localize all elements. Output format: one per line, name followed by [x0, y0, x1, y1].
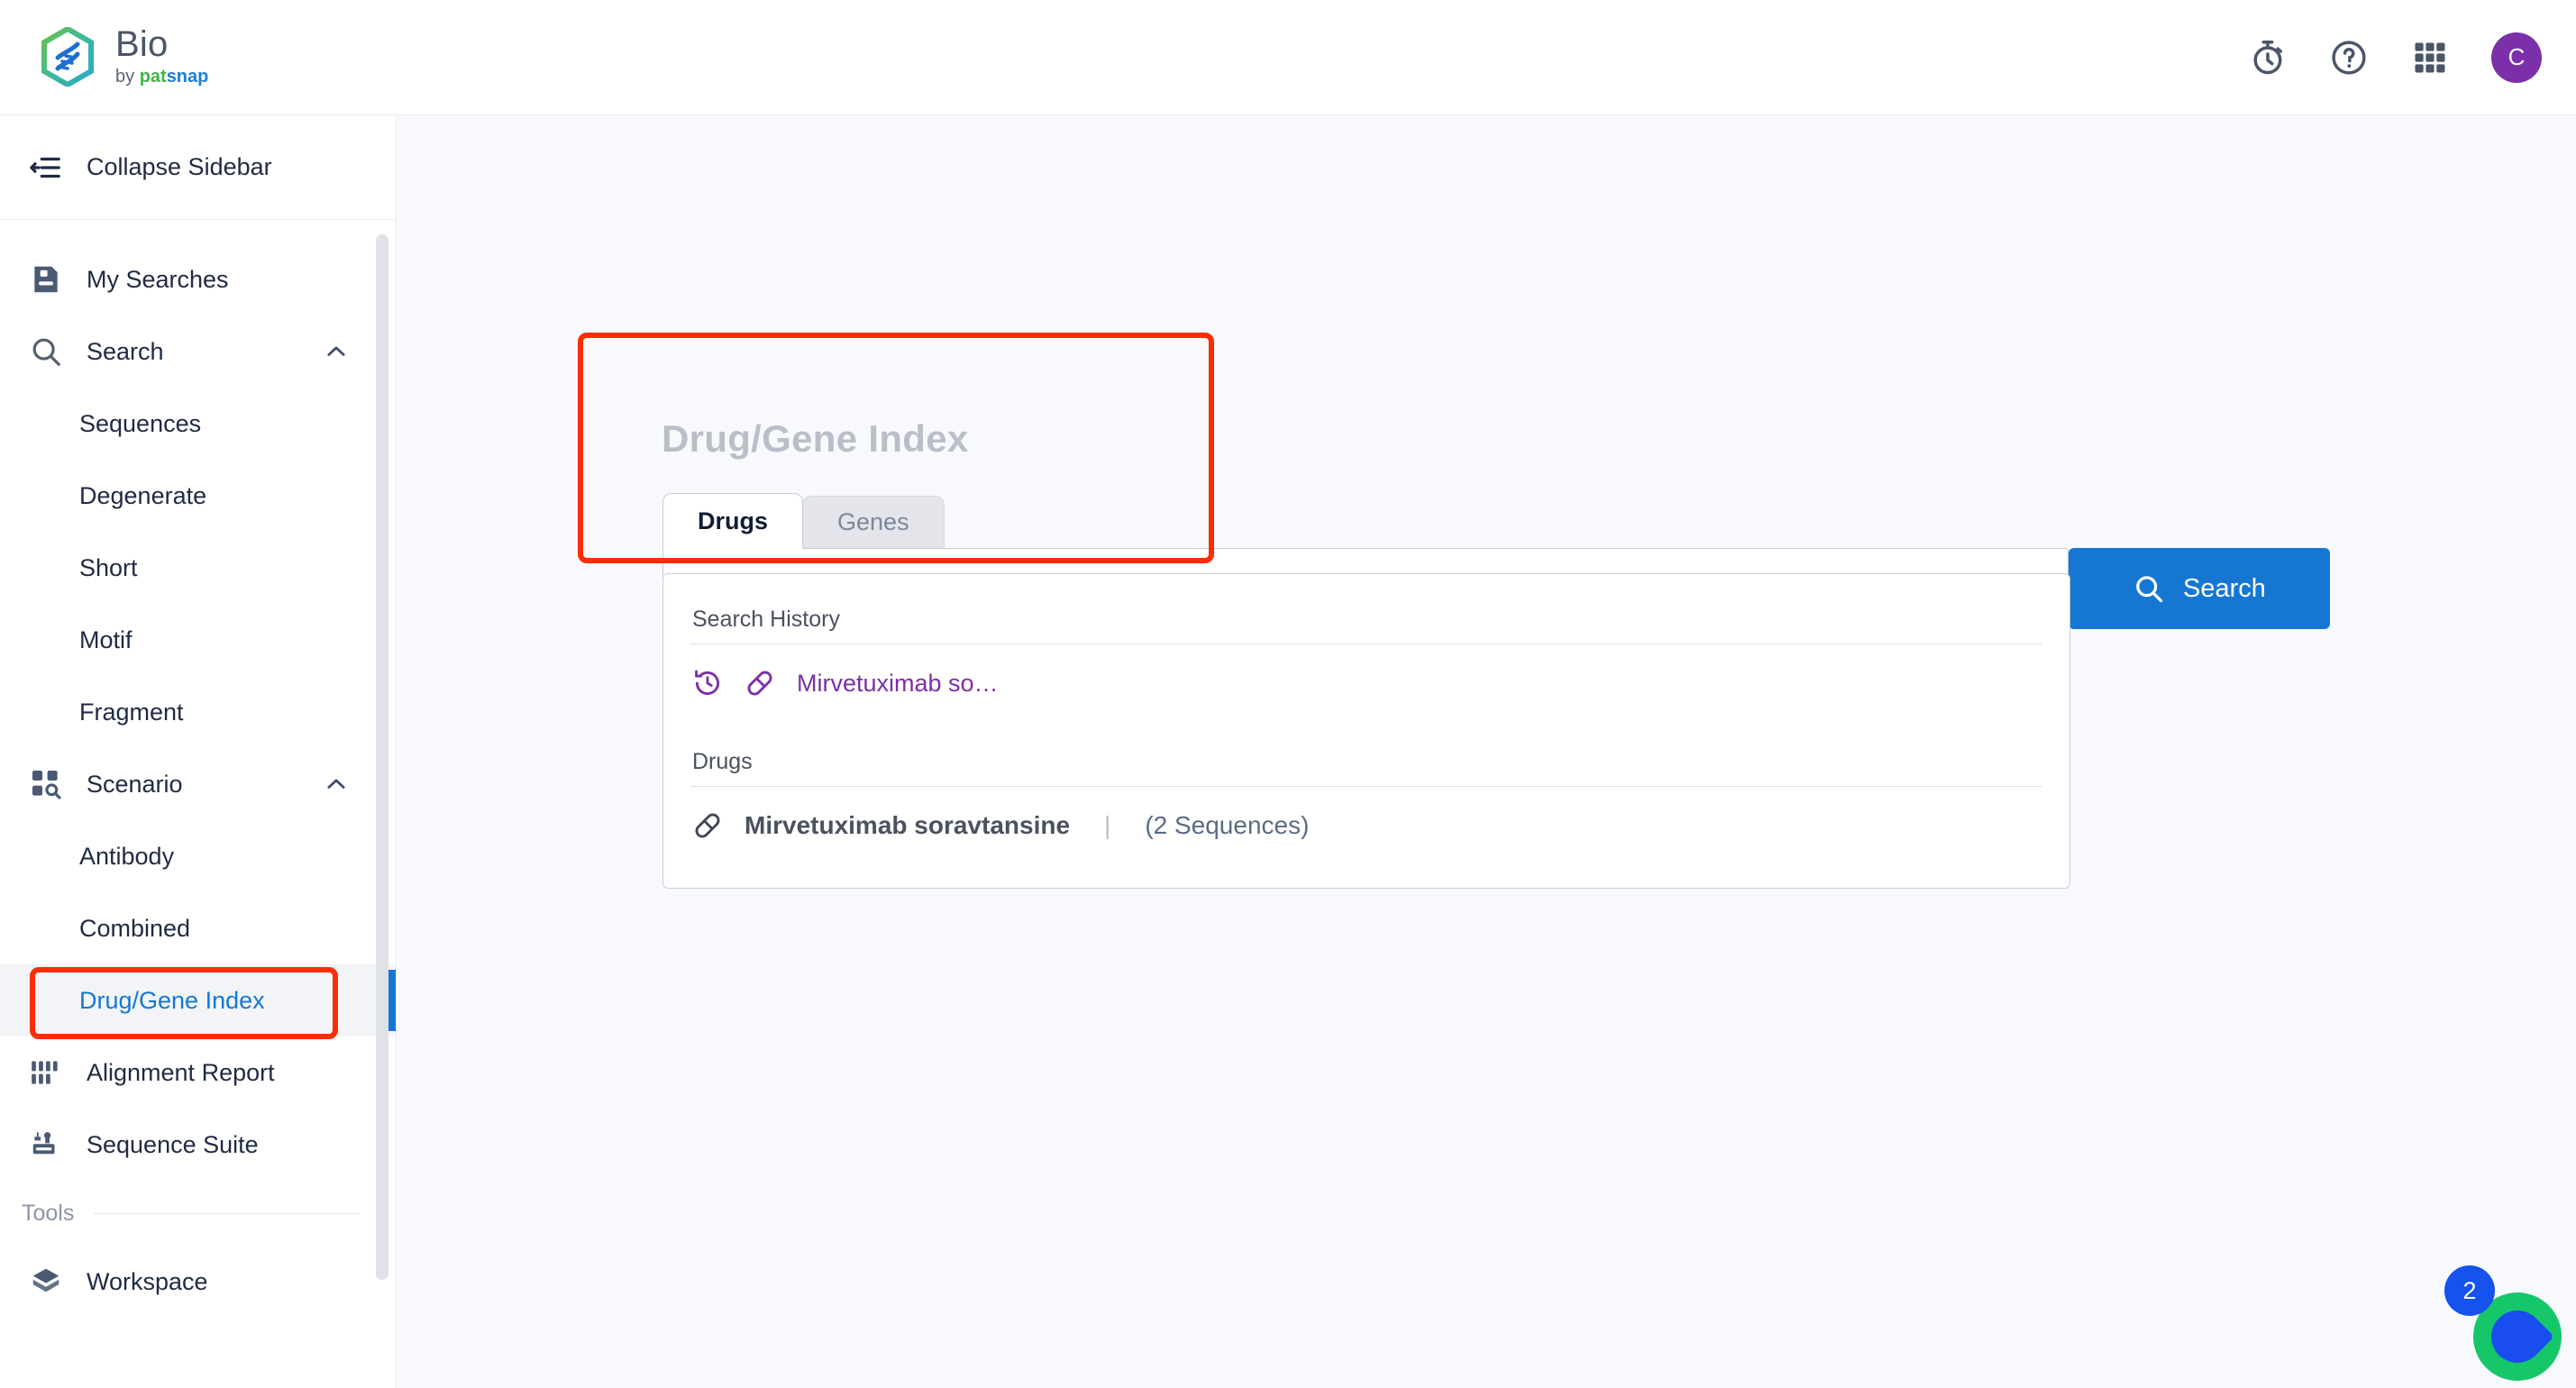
- pill-capsule-icon: [747, 671, 772, 696]
- search-type-tabs: Drugs Genes: [662, 487, 2330, 549]
- saved-searches-icon: [34, 266, 58, 293]
- brand-title: Bio: [115, 23, 169, 64]
- bio-hexagon-logo-icon: [41, 27, 94, 87]
- app-header: Bio by patsnap C: [0, 0, 2576, 115]
- stopwatch-icon[interactable]: [2248, 38, 2288, 78]
- drugs-group-label: Drugs: [692, 749, 753, 774]
- sidebar-item-label: Workspace: [87, 1267, 208, 1295]
- search-button-label: Search: [2183, 573, 2266, 603]
- notification-badge[interactable]: 2: [2444, 1265, 2495, 1316]
- sidebar: Collapse Sidebar My Searches Search Sequ…: [0, 115, 397, 1388]
- sidebar-item-label: Antibody: [79, 842, 175, 870]
- search-history-label: Search History: [692, 607, 840, 632]
- sequence-count: (2 Sequences): [1145, 811, 1310, 839]
- sidebar-item-drug-gene-index[interactable]: Drug/Gene Index: [0, 964, 396, 1036]
- sidebar-item-sequences[interactable]: Sequences: [0, 388, 396, 460]
- brand-pat: pat: [139, 67, 167, 87]
- collapse-sidebar-icon: [30, 157, 60, 178]
- chevron-up-icon: [327, 346, 345, 356]
- sidebar-group-scenario[interactable]: Scenario: [0, 748, 396, 820]
- sidebar-item-label: Alignment Report: [87, 1058, 275, 1086]
- tab-label: Drugs: [698, 507, 769, 534]
- collapse-sidebar-button[interactable]: Collapse Sidebar: [0, 115, 396, 220]
- drug-suggestion-row[interactable]: Mirvetuximab soravtansine | (2 Sequences…: [663, 787, 2069, 864]
- sidebar-item-alignment-report[interactable]: Alignment Report: [0, 1036, 396, 1109]
- collapse-sidebar-label: Collapse Sidebar: [87, 153, 272, 180]
- badge-count: 2: [2462, 1276, 2477, 1304]
- header-actions: C: [2248, 32, 2542, 83]
- sidebar-item-sequence-suite[interactable]: Sequence Suite: [0, 1109, 396, 1181]
- chat-bubble-icon: [2480, 1299, 2555, 1374]
- sidebar-item-my-searches[interactable]: My Searches: [0, 243, 396, 315]
- main-content: Drug/Gene Index Drugs Genes mirvetuximab…: [397, 115, 2576, 1388]
- drug-name: Mirvetuximab soravtansine: [744, 811, 1071, 839]
- sidebar-section-tools: Tools: [0, 1181, 396, 1246]
- support-widget: 2: [2444, 1264, 2562, 1381]
- sidebar-item-label: Drug/Gene Index: [79, 986, 265, 1014]
- sidebar-item-label: My Searches: [87, 265, 229, 293]
- tab-label: Genes: [837, 508, 909, 535]
- sidebar-item-label: Sequences: [79, 409, 202, 437]
- workspace-cube-icon: [32, 1268, 59, 1292]
- sidebar-group-label: Search: [87, 337, 164, 365]
- sidebar-item-antibody[interactable]: Antibody: [0, 820, 396, 892]
- search-button[interactable]: Search: [2069, 548, 2330, 629]
- search-icon: [32, 338, 60, 366]
- tab-drugs[interactable]: Drugs: [662, 493, 804, 549]
- sidebar-item-label: Fragment: [79, 698, 184, 726]
- search-icon: [2136, 576, 2163, 603]
- section-divider: [94, 1212, 360, 1214]
- sidebar-item-label: Sequence Suite: [87, 1130, 259, 1158]
- group-gap: [663, 722, 2069, 749]
- sidebar-item-combined[interactable]: Combined: [0, 892, 396, 964]
- apps-grid-icon[interactable]: [2410, 38, 2450, 78]
- user-avatar[interactable]: C: [2491, 32, 2542, 83]
- chevron-up-icon: [327, 779, 345, 789]
- pill-capsule-icon: [695, 813, 720, 838]
- brand-snap: snap: [166, 67, 209, 87]
- search-history-item[interactable]: Mirvetuximab so…: [663, 644, 2069, 722]
- brand-by: by: [115, 67, 140, 87]
- separator: |: [1104, 811, 1111, 839]
- sidebar-group-label: Scenario: [87, 770, 183, 798]
- sidebar-item-label: Degenerate: [79, 481, 207, 509]
- sidebar-item-short[interactable]: Short: [0, 532, 396, 604]
- search-history-text: Mirvetuximab so…: [797, 669, 999, 697]
- avatar-initial: C: [2507, 43, 2526, 70]
- sidebar-item-label: Combined: [79, 914, 191, 942]
- sidebar-item-fragment[interactable]: Fragment: [0, 676, 396, 748]
- brand-subtitle: by patsnap: [115, 65, 208, 88]
- sidebar-item-degenerate[interactable]: Degenerate: [0, 460, 396, 532]
- scenario-grid-search-icon: [32, 770, 61, 799]
- sidebar-item-label: Motif: [79, 626, 132, 653]
- page-title: Drug/Gene Index: [662, 417, 969, 460]
- sidebar-group-search[interactable]: Search: [0, 315, 396, 388]
- sidebar-nav: My Searches Search Sequences Degenerate …: [0, 220, 396, 1318]
- sidebar-item-motif[interactable]: Motif: [0, 604, 396, 676]
- tab-genes[interactable]: Genes: [802, 496, 945, 548]
- history-clock-icon: [695, 670, 720, 695]
- alignment-report-icon: [32, 1061, 58, 1084]
- toolbox-icon: [32, 1132, 55, 1155]
- brand-logo[interactable]: Bio by patsnap: [40, 23, 208, 89]
- sidebar-item-workspace[interactable]: Workspace: [0, 1246, 396, 1318]
- sidebar-scrollbar[interactable]: [376, 234, 388, 1280]
- search-suggestions-dropdown: Search History Mirvetuximab so… Drugs Mi…: [662, 573, 2070, 889]
- help-circle-icon[interactable]: [2329, 38, 2369, 78]
- sidebar-item-label: Short: [79, 553, 138, 581]
- sidebar-section-label: Tools: [22, 1200, 75, 1226]
- dropdown-spacer: [663, 574, 2069, 607]
